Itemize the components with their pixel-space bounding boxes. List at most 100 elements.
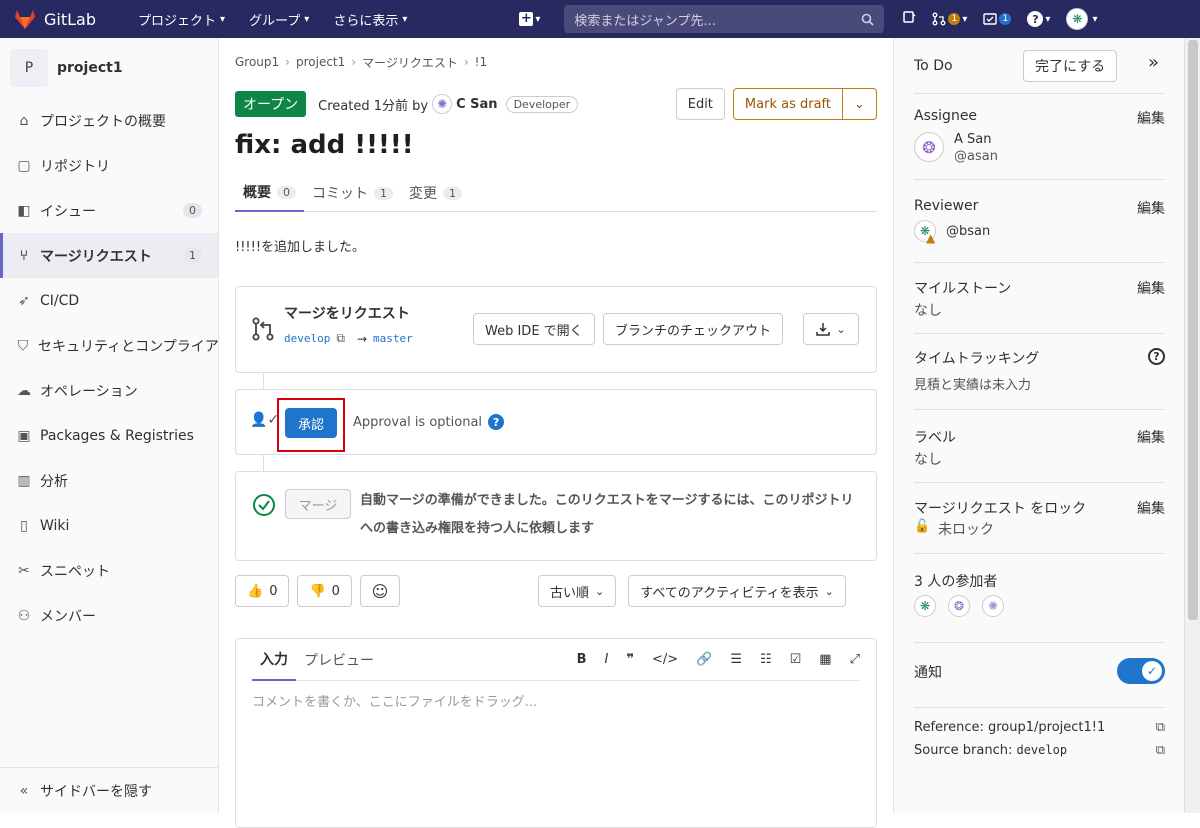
nav-more-label: さらに表示 — [333, 13, 399, 29]
tab-changes-label: 変更 — [409, 186, 437, 202]
tab-changes[interactable]: 変更 1 — [401, 174, 470, 212]
task-list-icon[interactable]: ☑ — [790, 652, 802, 667]
mark-done-button[interactable]: 完了にする — [1023, 50, 1118, 82]
sidebar-item[interactable]: ▣ Packages & Registries — [0, 413, 218, 458]
hide-sidebar-button[interactable]: « サイドバーを隠す — [0, 767, 218, 813]
web-ide-button[interactable]: Web IDE で開く — [473, 313, 595, 345]
sidebar-item[interactable]: ▥ 分析 — [0, 458, 218, 503]
breadcrumb-group[interactable]: Group1 — [235, 55, 279, 69]
sidebar-item[interactable]: ⑂ マージリクエスト 1 — [0, 233, 218, 278]
bold-icon[interactable]: B — [577, 652, 587, 667]
checkout-branch-button[interactable]: ブランチのチェックアウト — [603, 313, 784, 345]
collapse-sidebar-icon[interactable]: » — [1148, 52, 1159, 73]
copy-icon[interactable]: ⧉ — [1156, 720, 1165, 735]
nav-projects-menu[interactable]: プロジェクト ▾ — [126, 10, 237, 29]
merge-button[interactable]: マージ — [285, 489, 351, 519]
tab-preview[interactable]: プレビュー — [296, 650, 382, 670]
source-branch-row: Source branch: develop ⧉ — [914, 743, 1165, 758]
draft-dropdown-button[interactable]: ⌄ — [843, 88, 877, 120]
reviewer-edit-link[interactable]: 編集 — [1137, 198, 1165, 218]
reviewer-username[interactable]: @bsan — [946, 224, 990, 239]
lock-value: 未ロック — [938, 522, 994, 538]
edit-button[interactable]: Edit — [675, 88, 725, 120]
link-icon[interactable]: 🔗 — [696, 652, 712, 667]
sort-label: 古い順 — [550, 585, 590, 601]
merge-requests-shortcut[interactable]: 1 ▾ — [932, 12, 967, 26]
sidebar-item[interactable]: ◧ イシュー 0 — [0, 188, 218, 233]
merge-status-message: 自動マージの準備ができました。このリクエストをマージするには、このリポジトリへの… — [360, 493, 854, 536]
milestone-edit-link[interactable]: 編集 — [1137, 278, 1165, 298]
labels-edit-link[interactable]: 編集 — [1137, 427, 1165, 447]
help-menu[interactable]: ? ▾ — [1027, 11, 1050, 27]
project-header[interactable]: P project1 — [0, 38, 218, 98]
assignee-avatar[interactable]: ❂ — [914, 132, 944, 162]
user-menu[interactable]: ❋ ▾ — [1066, 8, 1097, 30]
participant-avatar[interactable]: ❋ — [914, 595, 936, 617]
breadcrumb-merge-requests[interactable]: マージリクエスト — [362, 54, 458, 71]
help-icon: ? — [1027, 11, 1044, 27]
todo-label: To Do — [914, 58, 953, 74]
sidebar-item[interactable]: ➶ CI/CD — [0, 278, 218, 323]
merge-request-icon — [932, 12, 946, 26]
sidebar-item[interactable]: ⚇ メンバー — [0, 593, 218, 638]
sidebar-item[interactable]: ⌂ プロジェクトの概要 — [0, 98, 218, 143]
notification-toggle[interactable]: ✓ — [1117, 658, 1165, 684]
gitlab-logo[interactable]: GitLab — [14, 9, 114, 29]
author-name[interactable]: C San — [456, 97, 497, 112]
copy-icon[interactable]: ⧉ — [1156, 743, 1165, 758]
code-icon[interactable]: </> — [652, 652, 678, 667]
download-dropdown-button[interactable]: ⌄ — [803, 313, 859, 345]
author-avatar[interactable]: ✺ — [432, 94, 453, 114]
numbered-list-icon[interactable]: ☷ — [760, 652, 772, 667]
tab-commits-count: 1 — [374, 186, 393, 200]
page-scrollbar[interactable] — [1184, 38, 1200, 813]
labels-label: ラベル — [914, 430, 956, 446]
italic-icon[interactable]: I — [604, 652, 608, 667]
sidebar-item-label: CI/CD — [40, 292, 80, 309]
participant-avatar[interactable]: ✺ — [982, 595, 1004, 617]
search-input[interactable]: 検索またはジャンプ先... — [564, 5, 885, 33]
sidebar-item-label: Wiki — [40, 517, 70, 534]
thumbs-down-button[interactable]: 👎 0 — [297, 575, 352, 607]
nav-groups-menu[interactable]: グループ ▾ — [237, 10, 321, 29]
add-reaction-button[interactable]: ☺ — [359, 575, 400, 607]
tab-commits[interactable]: コミット 1 — [304, 174, 401, 212]
source-branch[interactable]: develop — [284, 332, 330, 345]
todos-shortcut[interactable]: 1 — [983, 12, 1012, 26]
bullet-list-icon[interactable]: ☰ — [730, 652, 742, 667]
breadcrumb-current[interactable]: !1 — [475, 55, 487, 69]
chevron-down-icon: ⌄ — [836, 322, 846, 336]
sidebar-item[interactable]: ⛉ セキュリティとコンプライアンス — [0, 323, 218, 368]
sidebar-item-label: イシュー — [40, 203, 96, 220]
fullscreen-icon[interactable]: ⤢ — [850, 652, 860, 667]
target-branch[interactable]: master — [373, 332, 413, 345]
participant-avatar[interactable]: ❂ — [948, 595, 970, 617]
help-icon[interactable]: ? — [488, 414, 505, 430]
assignee-name[interactable]: A San — [954, 132, 991, 147]
lock-edit-link[interactable]: 編集 — [1137, 498, 1165, 518]
assignee-edit-link[interactable]: 編集 — [1137, 108, 1165, 128]
quote-icon[interactable]: ❞ — [626, 652, 634, 667]
new-menu-button[interactable]: + ▾ — [519, 12, 540, 26]
scrollbar-thumb[interactable] — [1188, 40, 1198, 620]
activity-filter-dropdown[interactable]: すべてのアクティビティを表示 ⌄ — [628, 575, 846, 607]
mark-as-draft-button[interactable]: Mark as draft — [732, 88, 843, 120]
copy-icon[interactable]: ⧉ — [336, 331, 345, 346]
breadcrumb-project[interactable]: project1 — [296, 55, 345, 69]
thumbs-up-button[interactable]: 👍 0 — [235, 575, 290, 607]
approve-button[interactable]: 承認 — [285, 408, 337, 438]
nav-more-menu[interactable]: さらに表示 ▾ — [321, 10, 419, 29]
sidebar-item[interactable]: ▢ リポジトリ — [0, 143, 218, 188]
tab-overview[interactable]: 概要 0 — [235, 174, 304, 212]
assignee-username[interactable]: @asan — [954, 149, 998, 164]
sidebar-item[interactable]: ☁ オペレーション — [0, 368, 218, 413]
table-icon[interactable]: ▦ — [819, 652, 831, 667]
sidebar-item[interactable]: ▯ Wiki — [0, 503, 218, 548]
issues-shortcut-icon[interactable] — [902, 10, 916, 28]
help-icon[interactable]: ? — [1148, 348, 1165, 365]
source-branch-prefix: Source branch: — [914, 743, 1017, 758]
sidebar-item[interactable]: ✂ スニペット — [0, 548, 218, 593]
tab-write[interactable]: 入力 — [252, 639, 296, 681]
comment-textarea[interactable]: コメントを書くか、ここにファイルをドラッグ... — [252, 691, 537, 710]
sort-dropdown[interactable]: 古い順 ⌄ — [538, 575, 617, 607]
